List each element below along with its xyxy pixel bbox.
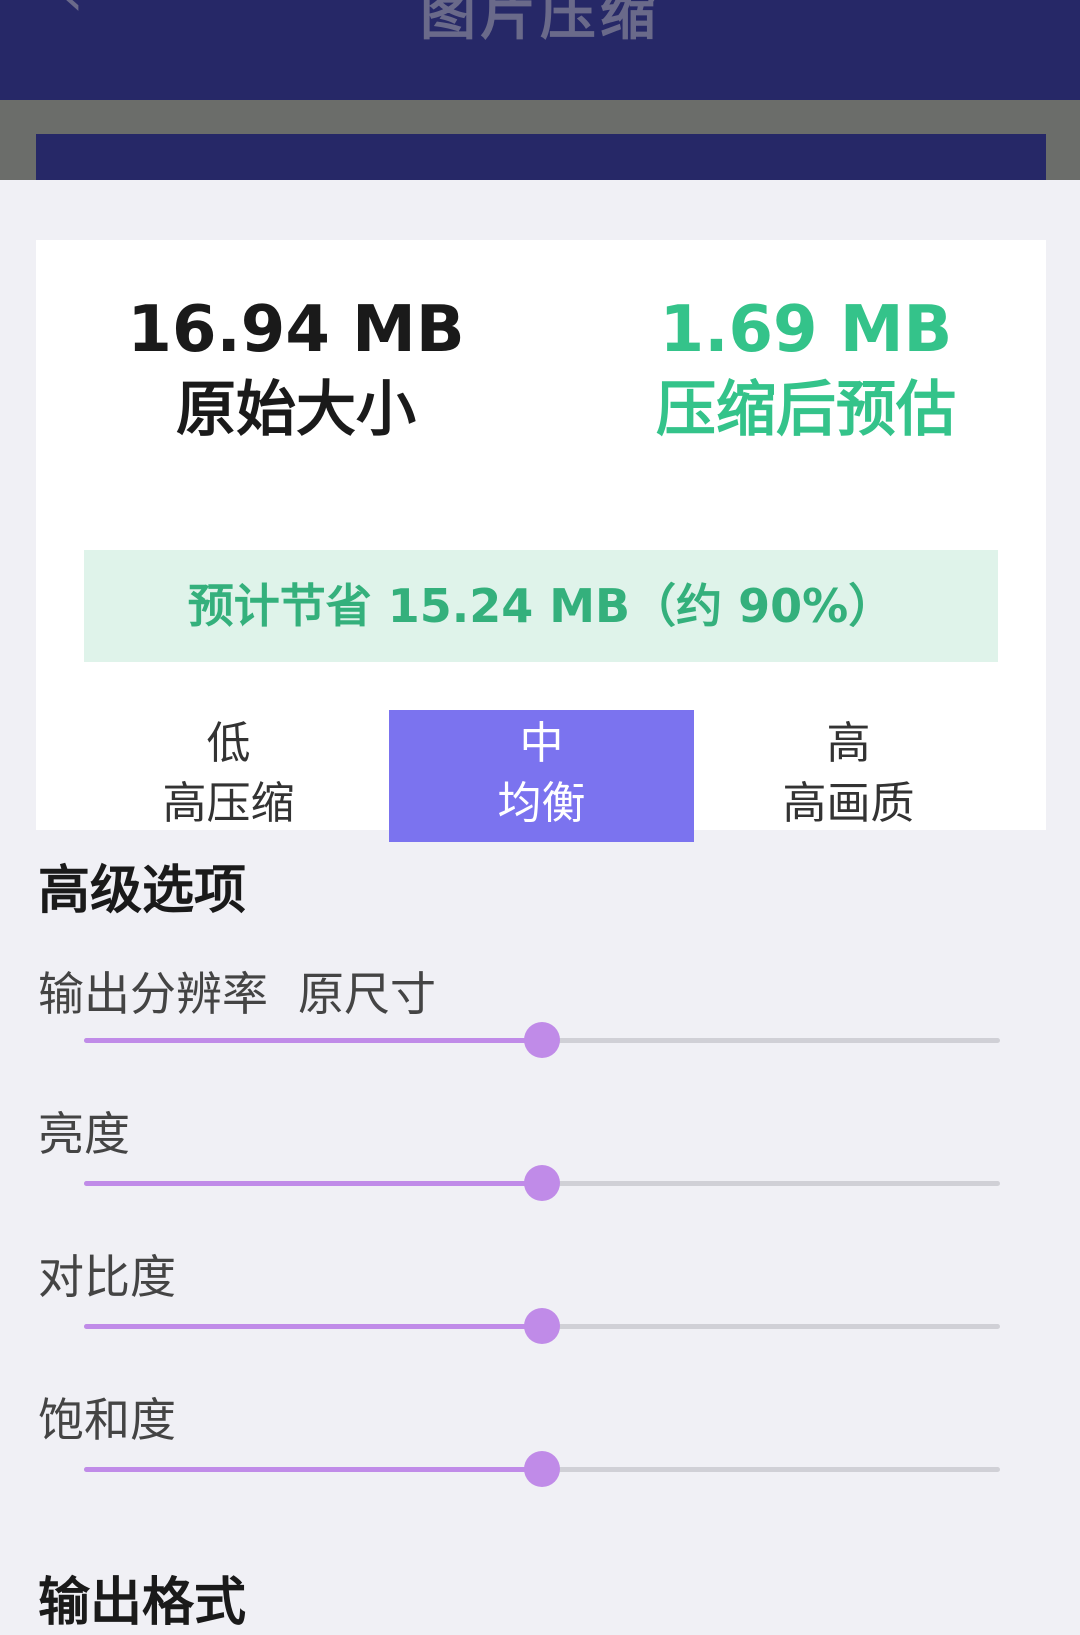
slider-thumb[interactable] — [524, 1022, 560, 1058]
quality-option-title: 低 — [206, 718, 251, 769]
compressed-size-label: 压缩后预估 — [656, 375, 956, 445]
background-panel — [36, 134, 1046, 180]
quality-option-high[interactable]: 高 高画质 — [696, 710, 1001, 842]
app-bar: ‹ 图片压缩 — [0, 0, 1080, 100]
advanced-options-title: 高级选项 — [38, 861, 247, 921]
quality-option-medium[interactable]: 中 均衡 — [389, 710, 694, 842]
output-format-title: 输出格式 — [38, 1573, 247, 1633]
quality-option-subtitle: 高压缩 — [162, 778, 295, 829]
original-size-label: 原始大小 — [176, 375, 416, 445]
quality-option-title: 高 — [826, 718, 871, 769]
size-summary-card: 16.94 MB 原始大小 1.69 MB 压缩后预估 预计节省 15.24 M… — [36, 240, 1046, 842]
slider-thumb[interactable] — [524, 1451, 560, 1487]
slider-thumb[interactable] — [524, 1308, 560, 1344]
savings-banner: 预计节省 15.24 MB（约 90%） — [84, 550, 998, 662]
app-title: 图片压缩 — [420, 0, 660, 48]
resolution-value: 原尺寸 — [298, 967, 436, 1021]
slider-thumb[interactable] — [524, 1165, 560, 1201]
quality-option-low[interactable]: 低 高压缩 — [76, 710, 381, 842]
compressed-size-block: 1.69 MB 压缩后预估 — [576, 290, 1036, 450]
slider-fill — [84, 1467, 542, 1472]
brightness-label: 亮度 — [38, 1107, 130, 1161]
contrast-label: 对比度 — [38, 1250, 176, 1304]
original-size-value: 16.94 MB — [127, 293, 465, 367]
original-size-block: 16.94 MB 原始大小 — [66, 290, 526, 450]
compression-sheet: 16.94 MB 原始大小 1.69 MB 压缩后预估 预计节省 15.24 M… — [0, 180, 1080, 1633]
brightness-slider[interactable] — [84, 1163, 1000, 1203]
resolution-slider[interactable] — [84, 1020, 1000, 1060]
quality-option-subtitle: 均衡 — [497, 778, 586, 829]
quality-option-subtitle: 高画质 — [782, 778, 915, 829]
resolution-label-row: 输出分辨率 原尺寸 — [38, 958, 436, 1024]
compressed-size-value: 1.69 MB — [659, 293, 953, 367]
slider-fill — [84, 1038, 542, 1043]
slider-fill — [84, 1181, 542, 1186]
slider-fill — [84, 1324, 542, 1329]
saturation-slider[interactable] — [84, 1449, 1000, 1489]
resolution-label: 输出分辨率 — [38, 967, 268, 1021]
dim-overlay — [0, 100, 1080, 180]
quality-option-title: 中 — [519, 718, 564, 769]
saturation-label: 饱和度 — [38, 1393, 176, 1447]
contrast-slider[interactable] — [84, 1306, 1000, 1346]
